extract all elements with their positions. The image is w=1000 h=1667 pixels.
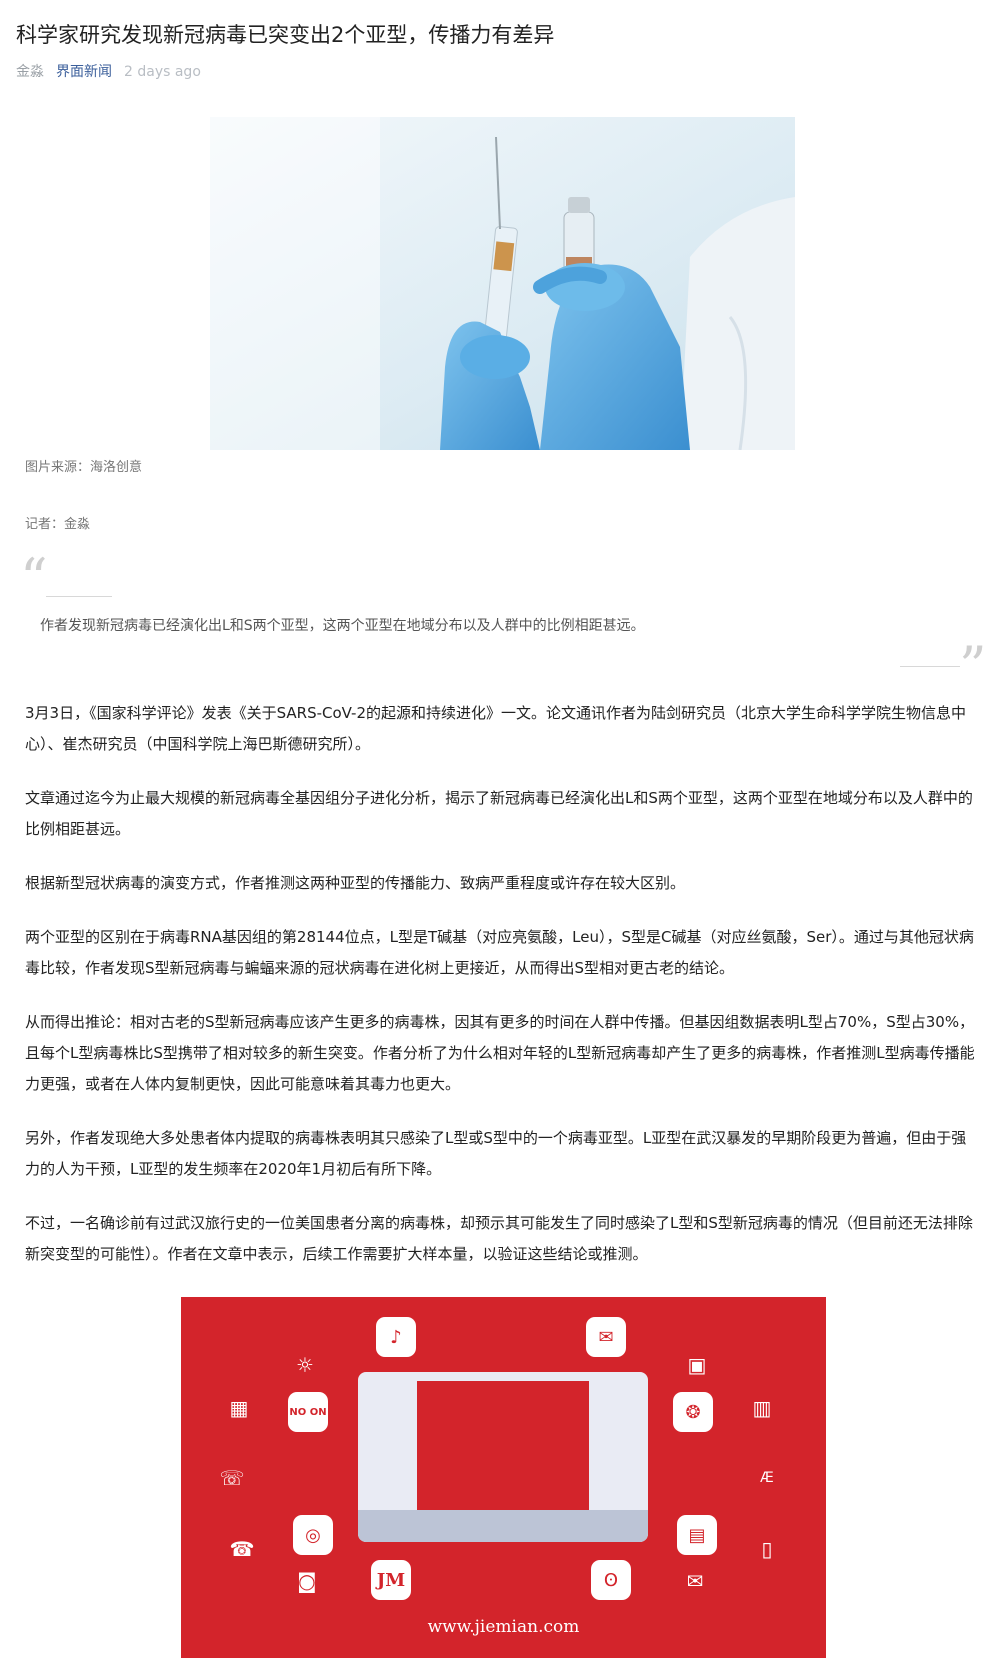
- document-icon: ▤: [677, 1515, 717, 1555]
- image-caption: 图片来源：海洛创意: [25, 460, 143, 475]
- source-link[interactable]: 界面新闻: [56, 62, 112, 82]
- article-summary-quote: 作者发现新冠病毒已经演化出L和S两个亚型，这两个亚型在地域分布以及人群中的比例相…: [40, 618, 645, 634]
- body-paragraph: 从而得出推论：相对古老的S型新冠病毒应该产生更多的病毒株，因其有更多的时间在人群…: [25, 1013, 975, 1093]
- quote-divider-top: [46, 596, 112, 597]
- hero-image: [210, 117, 795, 450]
- jm-logo-icon: JM: [371, 1560, 411, 1600]
- save-icon: ▣: [687, 1353, 707, 1377]
- camera-icon: ◙: [297, 1569, 317, 1593]
- article-body: 3月3日，《国家科学评论》发表《关于SARS-CoV-2的起源和持续进化》一文。…: [25, 698, 975, 1293]
- chat-bubble-icon: ✉: [586, 1317, 626, 1357]
- device-screen-content: [417, 1381, 589, 1511]
- vaccine-syringe-illustration: [210, 117, 795, 450]
- lightbulb-icon: ☼: [296, 1353, 314, 1377]
- quote-divider-bottom: [900, 666, 960, 667]
- no-on-icon: NO ON: [288, 1392, 328, 1432]
- body-paragraph: 根据新型冠状病毒的演变方式，作者推测这两种亚型的传播能力、致病严重程度或许存在较…: [25, 874, 686, 892]
- open-quote-icon: “: [20, 547, 48, 610]
- website-url[interactable]: www.jiemian.com: [181, 1617, 826, 1637]
- mail-icon: ✉: [686, 1569, 704, 1593]
- app-promo-banner[interactable]: ♪ ✉ NO ON ❂ ◎ ▤ JM ʘ ☼ ▣ ▦ ▥ ☏ Æ ☎ ▯ ◙ ✉…: [181, 1297, 826, 1658]
- building-icon: ▦: [229, 1396, 249, 1420]
- reporter-line: 记者：金淼: [25, 517, 91, 532]
- glasses-face-icon: ʘ: [591, 1560, 631, 1600]
- body-paragraph: 文章通过迄今为止最大规模的新冠病毒全基因组分子进化分析，揭示了新冠病毒已经演化出…: [25, 789, 973, 838]
- publish-time: 2 days ago: [124, 64, 201, 80]
- article-meta: 金淼 界面新闻 2 days ago: [16, 62, 201, 82]
- article-page: 科学家研究发现新冠病毒已突变出2个亚型，传播力有差异 金淼 界面新闻 2 day…: [0, 0, 1000, 1667]
- brand-seal-icon: ❂: [673, 1392, 713, 1432]
- body-paragraph: 不过，一名确诊前有过武汉旅行史的一位美国患者分离的病毒株，却预示其可能发生了同时…: [25, 1214, 973, 1263]
- author-name[interactable]: 金淼: [16, 62, 44, 82]
- comment-icon: ☏: [219, 1466, 245, 1490]
- clipboard-icon: ▥: [752, 1396, 772, 1420]
- text-ae-icon: Æ: [760, 1470, 774, 1486]
- music-note-icon: ♪: [376, 1317, 416, 1357]
- article-title: 科学家研究发现新冠病毒已突变出2个亚型，传播力有差异: [16, 23, 555, 47]
- mobile-icon: ▯: [761, 1537, 773, 1561]
- rings-icon: ◎: [293, 1515, 333, 1555]
- device-base: [358, 1510, 648, 1542]
- body-paragraph: 3月3日，《国家科学评论》发表《关于SARS-CoV-2的起源和持续进化》一文。…: [25, 704, 966, 753]
- body-paragraph: 另外，作者发现绝大多处患者体内提取的病毒株表明其只感染了L型或S型中的一个病毒亚…: [25, 1129, 967, 1178]
- close-quote-icon: ”: [959, 635, 987, 698]
- phone-icon: ☎: [229, 1537, 255, 1561]
- body-paragraph: 两个亚型的区别在于病毒RNA基因组的第28144位点，L型是T碱基（对应亮氨酸，…: [25, 928, 974, 977]
